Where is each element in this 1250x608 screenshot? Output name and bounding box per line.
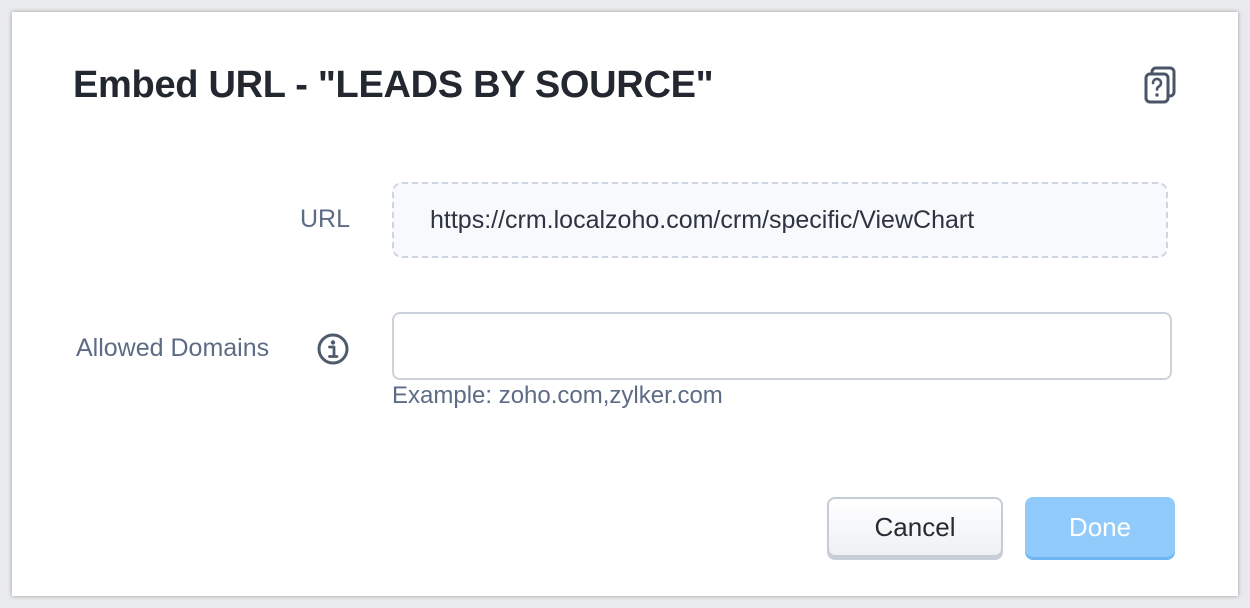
dialog-title: Embed URL - "LEADS BY SOURCE" [73,64,714,106]
help-document-icon[interactable] [1142,64,1180,104]
embed-url-dialog: Embed URL - "LEADS BY SOURCE" URL https:… [12,12,1238,596]
info-icon[interactable] [316,332,350,366]
url-field[interactable]: https://crm.localzoho.com/crm/specific/V… [392,182,1168,258]
allowed-domains-input[interactable] [392,312,1172,380]
url-label: URL [299,205,350,233]
allowed-domains-label: Allowed Domains [76,334,270,362]
backdrop: Embed URL - "LEADS BY SOURCE" URL https:… [0,0,1250,608]
allowed-domains-hint: Example: zoho.com,zylker.com [392,382,723,409]
done-button[interactable]: Done [1025,497,1175,557]
cancel-button[interactable]: Cancel [827,497,1003,557]
